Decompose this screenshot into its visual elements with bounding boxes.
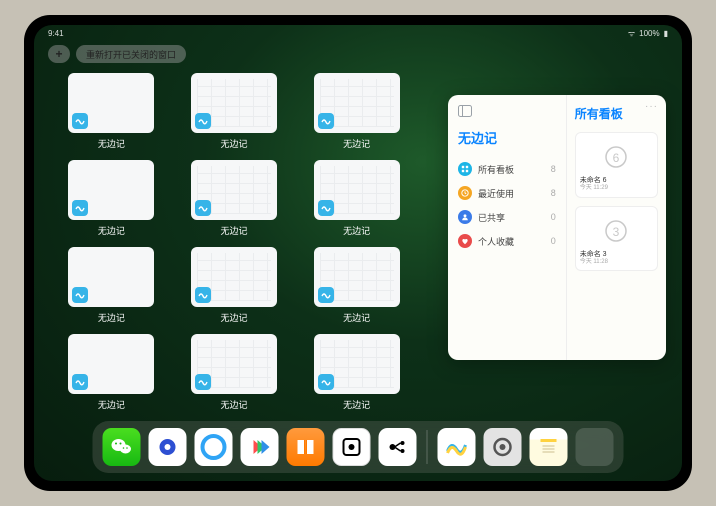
status-time: 9:41 [48, 29, 64, 38]
window-tiles-grid: 无边记无边记无边记无边记无边记无边记无边记无边记无边记无边记无边记无边记 [64, 73, 404, 411]
freeform-app-icon [195, 200, 211, 216]
board-thumbnail: 6 [580, 137, 653, 177]
ipad-frame: 9:41 ᯤ 100% ▮ + 重新打开已关闭的窗口 无边记无边记无边记无边记无… [24, 15, 692, 491]
panel-left-title: 无边记 [458, 128, 556, 147]
tile-label: 无边记 [98, 398, 125, 411]
svg-text:3: 3 [613, 225, 620, 239]
window-tile[interactable]: 无边记 [309, 73, 404, 150]
reopen-closed-window-button[interactable]: 重新打开已关闭的窗口 [76, 45, 186, 63]
dock-freeform-icon[interactable] [438, 428, 476, 466]
sidebar-item-count: 0 [551, 212, 556, 222]
tile-label: 无边记 [343, 311, 370, 324]
tile-thumbnail [68, 160, 154, 220]
dock-wechat-icon[interactable] [103, 428, 141, 466]
freeform-app-icon [72, 200, 88, 216]
tile-thumbnail [314, 160, 400, 220]
sidebar-item-clock[interactable]: 最近使用 8 [458, 181, 556, 205]
tile-label: 无边记 [220, 137, 247, 150]
people-icon [458, 210, 472, 224]
window-tile[interactable]: 无边记 [187, 160, 282, 237]
svg-text:6: 6 [613, 151, 620, 165]
window-tile[interactable]: 无边记 [187, 247, 282, 324]
tile-thumbnail [68, 247, 154, 307]
window-tile[interactable]: 无边记 [64, 73, 159, 150]
wifi-icon: ᯤ [628, 28, 635, 39]
tile-label: 无边记 [220, 398, 247, 411]
sidebar-item-count: 0 [551, 236, 556, 246]
screen: 9:41 ᯤ 100% ▮ + 重新打开已关闭的窗口 无边记无边记无边记无边记无… [34, 25, 682, 481]
board-meta: 未命名 6今天 11:29 [580, 177, 653, 193]
tile-label: 无边记 [220, 311, 247, 324]
tile-thumbnail [191, 334, 277, 394]
window-tile[interactable]: 无边记 [64, 334, 159, 411]
window-tile[interactable]: 无边记 [187, 73, 282, 150]
tile-thumbnail [314, 247, 400, 307]
status-bar: 9:41 ᯤ 100% ▮ [34, 25, 682, 41]
tile-label: 无边记 [343, 398, 370, 411]
more-icon[interactable]: ··· [645, 101, 658, 112]
freeform-app-icon [318, 200, 334, 216]
tile-label: 无边记 [343, 137, 370, 150]
sidebar-item-count: 8 [551, 188, 556, 198]
tile-label: 无边记 [98, 311, 125, 324]
dock [93, 421, 624, 473]
dock-notes-icon[interactable] [530, 428, 568, 466]
freeform-app-icon [72, 287, 88, 303]
dock-video-icon[interactable] [241, 428, 279, 466]
sidebar-item-heart[interactable]: 个人收藏 0 [458, 229, 556, 253]
tile-thumbnail [314, 73, 400, 133]
sidebar-item-count: 8 [551, 164, 556, 174]
tile-thumbnail [191, 160, 277, 220]
window-tile[interactable]: 无边记 [64, 160, 159, 237]
dock-books-icon[interactable] [287, 428, 325, 466]
sidebar-item-label: 所有看板 [478, 163, 514, 176]
sidebar-item-label: 个人收藏 [478, 235, 514, 248]
window-tile[interactable]: 无边记 [309, 334, 404, 411]
tile-thumbnail [191, 73, 277, 133]
heart-icon [458, 234, 472, 248]
grid-icon [458, 162, 472, 176]
sidebar-toggle-icon[interactable] [458, 105, 556, 120]
sidebar-item-grid[interactable]: 所有看板 8 [458, 157, 556, 181]
tile-label: 无边记 [220, 224, 247, 237]
sidebar-item-label: 已共享 [478, 211, 505, 224]
sidebar-item-label: 最近使用 [478, 187, 514, 200]
freeform-app-icon [318, 374, 334, 390]
dock-app-library-icon[interactable] [576, 428, 614, 466]
freeform-app-icon [318, 113, 334, 129]
battery-icon: ▮ [664, 29, 668, 38]
tile-label: 无边记 [98, 224, 125, 237]
freeform-app-icon [195, 374, 211, 390]
tile-thumbnail [68, 73, 154, 133]
freeform-app-icon [195, 287, 211, 303]
tile-thumbnail [191, 247, 277, 307]
new-window-button[interactable]: + [48, 45, 70, 63]
tile-thumbnail [68, 334, 154, 394]
tile-label: 无边记 [98, 137, 125, 150]
window-tile[interactable]: 无边记 [64, 247, 159, 324]
freeform-app-icon [195, 113, 211, 129]
dock-separator [427, 430, 428, 464]
board-thumbnail: 3 [580, 211, 653, 251]
dock-notion-icon[interactable] [333, 428, 371, 466]
board-card[interactable]: 3 未命名 3今天 11:28 [575, 206, 658, 272]
tile-thumbnail [314, 334, 400, 394]
battery-label: 100% [639, 29, 659, 38]
freeform-app-icon [72, 113, 88, 129]
sidebar-item-people[interactable]: 已共享 0 [458, 205, 556, 229]
freeform-panel[interactable]: 无边记 所有看板8最近使用8已共享0个人收藏0 ··· 所有看板 6未命名 6今… [448, 95, 666, 360]
window-tile[interactable]: 无边记 [309, 160, 404, 237]
dock-qqbrowser-icon[interactable] [195, 428, 233, 466]
dock-quark-icon[interactable] [149, 428, 187, 466]
dock-settings-icon[interactable] [484, 428, 522, 466]
clock-icon [458, 186, 472, 200]
board-card[interactable]: 6 未命名 6今天 11:29 [575, 132, 658, 198]
window-tile[interactable]: 无边记 [187, 334, 282, 411]
window-tile[interactable]: 无边记 [309, 247, 404, 324]
board-meta: 未命名 3今天 11:28 [580, 251, 653, 267]
freeform-app-icon [318, 287, 334, 303]
tile-label: 无边记 [343, 224, 370, 237]
freeform-app-icon [72, 374, 88, 390]
dock-xmind-icon[interactable] [379, 428, 417, 466]
